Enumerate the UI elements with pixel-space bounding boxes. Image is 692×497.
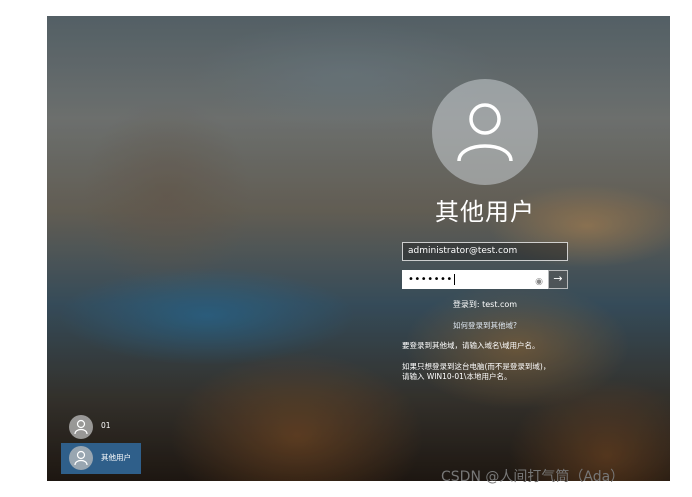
user-avatar-large [432,79,538,185]
info-line: 请输入 WIN10-01\本地用户名。 [402,372,512,381]
lock-screen: 其他用户 administrator@test.com ••••••• ◉ → … [47,16,670,481]
user-name: 其他用户 [101,453,131,462]
domain-info-text: 要登录到其他域，请输入域名\域用户名。 [402,341,592,351]
user-item-01[interactable]: 01 [61,412,141,443]
watermark: CSDN @人间打气筒（Ada） [441,469,625,485]
person-icon [74,450,88,466]
person-icon [457,103,513,162]
email-field[interactable]: administrator@test.com [402,242,568,261]
submit-button[interactable]: → [548,270,568,289]
password-masked-value: ••••••• [408,274,453,285]
avatar [69,415,93,439]
local-info-text: 如果只想登录到这台电脑(而不是登录到域)， 请输入 WIN10-01\本地用户名… [402,362,592,382]
how-to-signin-link[interactable]: 如何登录到其他域? [402,320,568,331]
user-item-other[interactable]: 其他用户 [61,443,141,474]
avatar [69,446,93,470]
info-line: 要登录到其他域，请输入域名\域用户名。 [402,341,540,350]
password-field[interactable]: ••••••• ◉ [402,270,548,289]
text-caret [453,274,455,285]
eye-icon[interactable]: ◉ [535,274,543,291]
signin-domain-label: 登录到: test.com [452,300,518,309]
user-name: 01 [101,421,111,430]
info-line: 如果只想登录到这台电脑(而不是登录到域)， [402,362,551,371]
username-title: 其他用户 [435,198,535,226]
person-icon [74,419,88,435]
